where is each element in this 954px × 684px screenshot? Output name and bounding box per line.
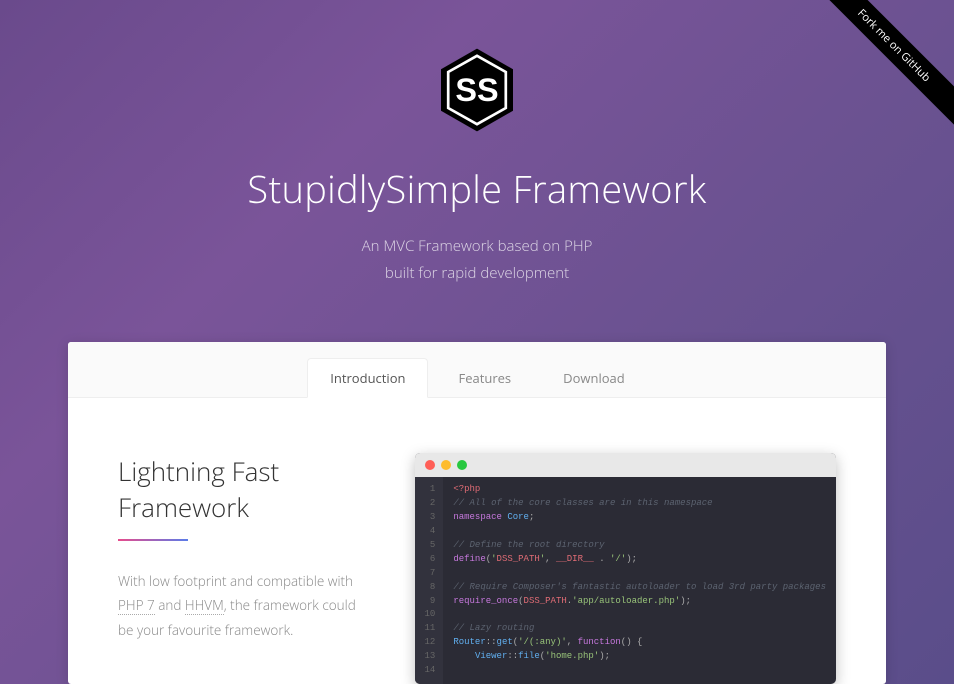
subtitle-line-1: An MVC Framework based on PHP xyxy=(20,233,934,260)
link-hhvm[interactable]: HHVM xyxy=(185,596,224,615)
section-title: Lightning Fast Framework xyxy=(118,453,375,525)
code-gutter: 1234567891011121314 xyxy=(415,477,444,684)
content-card: Introduction Features Download Lightning… xyxy=(68,342,886,684)
text-prefix: With low footprint and compatible with xyxy=(118,572,353,590)
tab-features[interactable]: Features xyxy=(436,358,533,397)
code-body: 1234567891011121314 <?php // All of the … xyxy=(415,477,836,684)
code-column: 1234567891011121314 <?php // All of the … xyxy=(415,453,836,684)
window-close-icon xyxy=(425,460,435,470)
tab-introduction[interactable]: Introduction xyxy=(307,358,428,398)
code-lines: <?php // All of the core classes are in … xyxy=(443,477,836,684)
section-text: With low footprint and compatible with P… xyxy=(118,569,375,642)
tab-download[interactable]: Download xyxy=(541,358,647,397)
github-ribbon[interactable]: Fork me on GitHub xyxy=(804,0,954,150)
github-ribbon-label: Fork me on GitHub xyxy=(814,0,954,126)
section-underline xyxy=(118,539,188,541)
intro-text-column: Lightning Fast Framework With low footpr… xyxy=(118,453,375,684)
intro-section: Lightning Fast Framework With low footpr… xyxy=(68,398,886,684)
text-mid: and xyxy=(155,596,185,614)
page-title: StupidlySimple Framework xyxy=(20,163,934,215)
window-minimize-icon xyxy=(441,460,451,470)
svg-text:SS: SS xyxy=(455,72,498,108)
window-maximize-icon xyxy=(457,460,467,470)
logo-icon: SS xyxy=(432,45,522,135)
page-subtitle: An MVC Framework based on PHP built for … xyxy=(20,233,934,287)
subtitle-line-2: built for rapid development xyxy=(20,260,934,287)
link-php7[interactable]: PHP 7 xyxy=(118,596,155,615)
code-window: 1234567891011121314 <?php // All of the … xyxy=(415,453,836,684)
tabs: Introduction Features Download xyxy=(68,342,886,398)
code-titlebar xyxy=(415,453,836,477)
